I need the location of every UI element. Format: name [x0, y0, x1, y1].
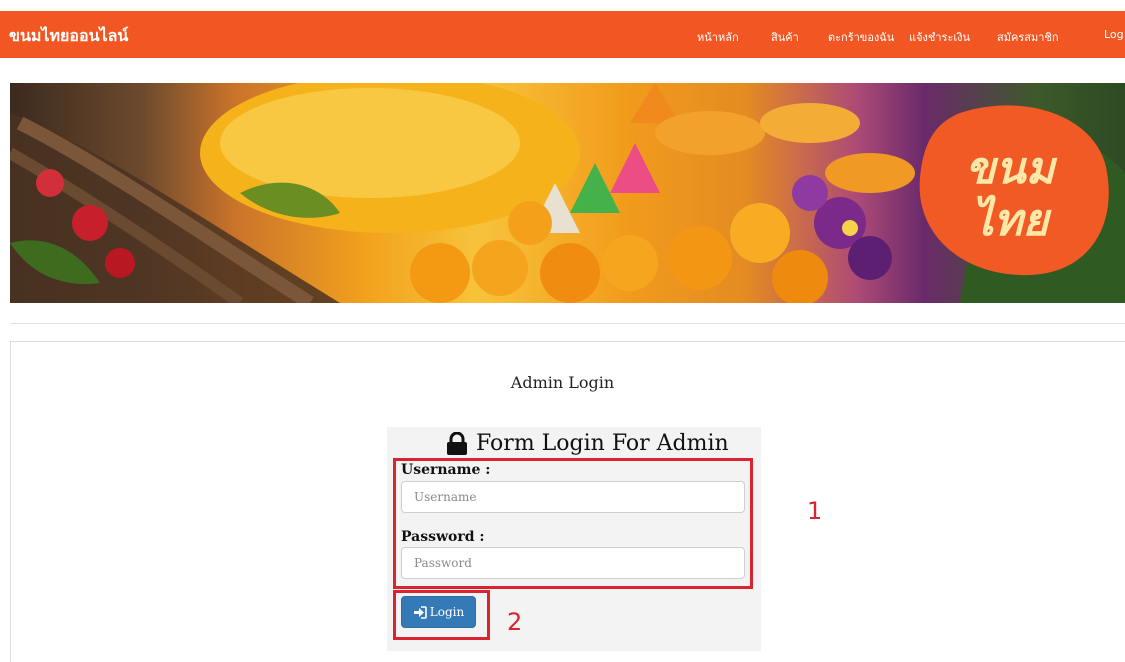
nav-item-my-cart[interactable]: ตะกร้าของฉัน [828, 28, 894, 46]
lock-icon [447, 431, 467, 455]
nav-item-register[interactable]: สมัครสมาชิก [997, 28, 1059, 46]
banner-illustration: ขนม ไทย [10, 83, 1125, 303]
nav-item-payment-notice[interactable]: แจ้งชำระเงิน [909, 28, 970, 46]
annotation-box-credentials [393, 458, 753, 589]
annotation-number-1: 1 [807, 497, 823, 525]
form-heading-text: Form Login For Admin [476, 431, 729, 456]
top-navbar: ขนมไทยออนไลน์ หน้าหลัก สินค้า ตะกร้าของฉ… [0, 11, 1125, 58]
nav-item-login[interactable]: Log [1104, 28, 1124, 41]
page-title: Admin Login [510, 373, 615, 392]
divider [10, 323, 1125, 324]
annotation-number-2: 2 [507, 608, 523, 636]
nav-item-products[interactable]: สินค้า [771, 28, 799, 46]
annotation-box-login [393, 590, 490, 640]
nav-item-home[interactable]: หน้าหลัก [697, 28, 739, 46]
form-heading: Form Login For Admin [446, 431, 729, 456]
brand-name[interactable]: ขนมไทยออนไลน์ [9, 24, 128, 49]
banner-logo-line2: ไทย [972, 194, 1053, 246]
hero-banner: ขนม ไทย [10, 83, 1125, 303]
banner-logo-line1: ขนม [965, 143, 1057, 194]
